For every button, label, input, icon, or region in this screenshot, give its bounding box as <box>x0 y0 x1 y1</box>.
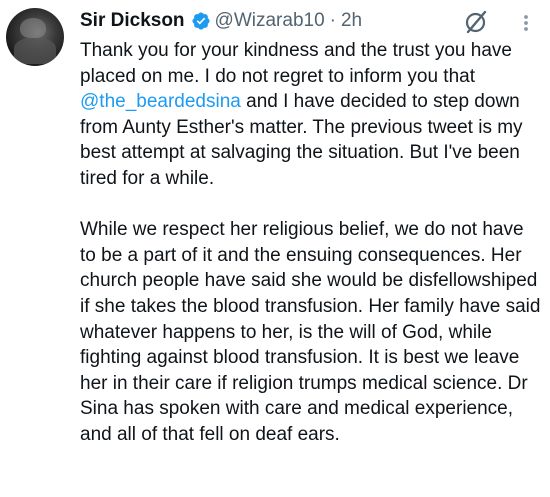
grok-icon[interactable] <box>463 9 489 35</box>
tweet-header: Sir Dickson @Wizarab10 · 2h <box>80 8 362 34</box>
verified-badge-icon <box>191 11 211 31</box>
avatar-figure-head <box>20 18 46 38</box>
author-name[interactable]: Sir Dickson <box>80 10 185 32</box>
separator-dot: · <box>329 10 336 31</box>
avatar[interactable] <box>6 8 64 66</box>
tweet-paragraph-1: Thank you for your kindness and the trus… <box>80 38 542 192</box>
timestamp[interactable]: 2h <box>341 10 362 32</box>
avatar-figure-body <box>14 38 56 64</box>
tweet-text: Thank you for your kindness and the trus… <box>80 38 542 448</box>
more-options-icon[interactable] <box>516 9 536 35</box>
tweet-paragraph-2: While we respect her religious belief, w… <box>80 219 541 445</box>
mention-link[interactable]: @the_beardedsina <box>80 91 241 112</box>
tweet-text-segment: Thank you for your kindness and the trus… <box>80 40 512 87</box>
author-handle[interactable]: @Wizarab10 <box>215 10 325 32</box>
